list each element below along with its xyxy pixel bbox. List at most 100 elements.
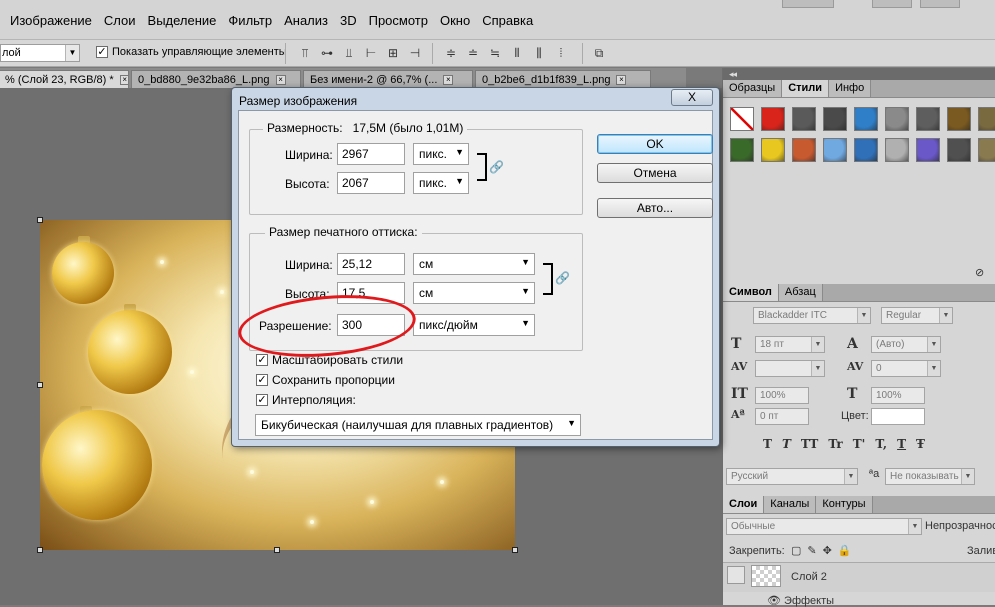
close-icon[interactable]: × — [616, 75, 627, 86]
tab-document-2[interactable]: 0_bd880_9e32ba86_L.png × — [131, 70, 301, 88]
mode-select[interactable]: лой ▼ — [0, 44, 80, 62]
blend-mode-select[interactable]: Обычные ▼ — [726, 518, 922, 535]
tab-paragraph[interactable]: Абзац — [778, 284, 823, 301]
style-swatch[interactable] — [885, 107, 909, 131]
transform-handle[interactable] — [37, 217, 43, 223]
faux-italic-button[interactable]: T — [782, 437, 791, 451]
menu-layers[interactable]: Слои — [92, 13, 136, 31]
auto-button[interactable]: Авто... — [597, 198, 713, 218]
transform-handle[interactable] — [512, 547, 518, 553]
style-swatch[interactable] — [792, 107, 816, 131]
align-left-icon[interactable]: ⊢ — [362, 45, 380, 61]
pixel-height-input[interactable]: 2067 — [337, 172, 405, 194]
baseline-field[interactable]: 0 пт — [755, 408, 809, 425]
leading-field[interactable]: (Авто) ▼ — [871, 336, 941, 353]
maximize-button[interactable] — [920, 0, 960, 8]
tab-document-3[interactable]: Без имени-2 @ 66,7% (... × — [303, 70, 473, 88]
auto-align-icon[interactable]: ⧉ — [590, 45, 608, 61]
font-size-field[interactable]: 18 пт ▼ — [755, 336, 825, 353]
subscript-button[interactable]: T, — [875, 437, 887, 451]
tab-layers[interactable]: Слои — [723, 496, 765, 513]
tab-styles[interactable]: Стили — [782, 80, 830, 97]
style-swatch[interactable] — [823, 138, 847, 162]
distribute-vcenter-icon[interactable]: ≐ — [464, 45, 482, 61]
collapse-icon[interactable]: ◂◂ — [723, 68, 995, 80]
style-swatch[interactable] — [916, 107, 940, 131]
minimize-button[interactable] — [872, 0, 912, 8]
pixel-width-unit-select[interactable]: пикс. ▼ — [413, 143, 469, 165]
menu-3d[interactable]: 3D — [328, 13, 357, 31]
lock-pixels-icon[interactable]: ✎ — [807, 544, 816, 557]
transform-handle[interactable] — [274, 547, 280, 553]
distribute-left-icon[interactable]: ⦀ — [508, 45, 526, 61]
distribute-right-icon[interactable]: ⦙ — [552, 45, 570, 61]
align-vcenter-icon[interactable]: ⊶ — [318, 45, 336, 61]
menu-view[interactable]: Просмотр — [357, 13, 428, 31]
distribute-hcenter-icon[interactable]: ⫼ — [530, 45, 548, 61]
resolution-unit-select[interactable]: пикс/дюйм ▼ — [413, 314, 535, 336]
tab-info[interactable]: Инфо — [829, 80, 872, 97]
lock-all-icon[interactable]: 🔒 — [838, 544, 852, 557]
menu-select[interactable]: Выделение — [136, 13, 217, 31]
menu-help[interactable]: Справка — [470, 13, 533, 31]
cancel-button[interactable]: Отмена — [597, 163, 713, 183]
transform-handle[interactable] — [37, 547, 43, 553]
tab-character[interactable]: Символ — [723, 284, 779, 301]
vertical-scale-field[interactable]: 100% — [755, 387, 809, 404]
distribute-bottom-icon[interactable]: ≒ — [486, 45, 504, 61]
close-icon[interactable]: × — [443, 75, 454, 86]
pixel-height-unit-select[interactable]: пикс. ▼ — [413, 172, 469, 194]
style-swatch[interactable] — [947, 138, 971, 162]
style-swatch[interactable] — [854, 138, 878, 162]
style-swatch[interactable] — [730, 138, 754, 162]
style-swatch[interactable] — [761, 138, 785, 162]
tab-swatches[interactable]: Образцы — [723, 80, 783, 97]
language-select[interactable]: Русский ▼ — [726, 468, 858, 485]
tab-paths[interactable]: Контуры — [816, 496, 873, 513]
workspace-switcher[interactable] — [782, 0, 834, 8]
style-swatch[interactable] — [947, 107, 971, 131]
style-swatch[interactable] — [792, 138, 816, 162]
kerning-field[interactable]: ▼ — [755, 360, 825, 377]
superscript-button[interactable]: T' — [853, 437, 866, 451]
underline-button[interactable]: T — [897, 437, 906, 451]
tracking-field[interactable]: 0 ▼ — [871, 360, 941, 377]
show-controls-option[interactable]: ✓ Показать управляющие элементы — [96, 46, 287, 58]
doc-width-input[interactable]: 25,12 — [337, 253, 405, 275]
layer-effects[interactable]: 👁 Эффекты — [767, 594, 834, 607]
no-style-icon[interactable]: ⊘ — [975, 266, 984, 279]
horizontal-scale-field[interactable]: 100% — [871, 387, 925, 404]
doc-width-unit-select[interactable]: см ▼ — [413, 253, 535, 275]
pixel-width-input[interactable]: 2967 — [337, 143, 405, 165]
align-right-icon[interactable]: ⊣ — [406, 45, 424, 61]
faux-bold-button[interactable]: T — [763, 437, 772, 451]
style-swatch[interactable] — [978, 138, 995, 162]
style-swatch[interactable] — [730, 107, 754, 131]
font-style-select[interactable]: Regular ▼ — [881, 307, 953, 324]
style-swatch[interactable] — [916, 138, 940, 162]
menu-analysis[interactable]: Анализ — [272, 13, 328, 31]
strikethrough-button[interactable]: Ŧ — [916, 437, 925, 451]
align-bottom-icon[interactable]: ⫫ — [340, 45, 358, 61]
style-swatch[interactable] — [823, 107, 847, 131]
visibility-toggle[interactable] — [727, 566, 745, 584]
scale-styles-checkbox[interactable]: ✓ — [256, 354, 268, 366]
ok-button[interactable]: OK — [597, 134, 713, 154]
menu-filter[interactable]: Фильтр — [216, 13, 272, 31]
resample-checkbox[interactable]: ✓ — [256, 394, 268, 406]
tab-document-1[interactable]: % (Слой 23, RGB/8) * × — [0, 70, 129, 88]
layer-row[interactable]: Слой 2 — [723, 562, 995, 592]
align-top-icon[interactable]: ⫪ — [296, 45, 314, 61]
doc-height-unit-select[interactable]: см ▼ — [413, 282, 535, 304]
distribute-top-icon[interactable]: ≑ — [442, 45, 460, 61]
small-caps-button[interactable]: Tr — [828, 437, 842, 451]
style-swatch[interactable] — [978, 107, 995, 131]
antialias-select[interactable]: Не показывать ▼ — [885, 468, 975, 485]
style-swatch[interactable] — [854, 107, 878, 131]
lock-position-icon[interactable]: ✥ — [823, 544, 832, 557]
align-hcenter-icon[interactable]: ⊞ — [384, 45, 402, 61]
style-swatch[interactable] — [761, 107, 785, 131]
tab-document-4[interactable]: 0_b2be6_d1b1f839_L.png × — [475, 70, 651, 88]
close-icon[interactable]: × — [119, 75, 128, 86]
style-swatch[interactable] — [885, 138, 909, 162]
